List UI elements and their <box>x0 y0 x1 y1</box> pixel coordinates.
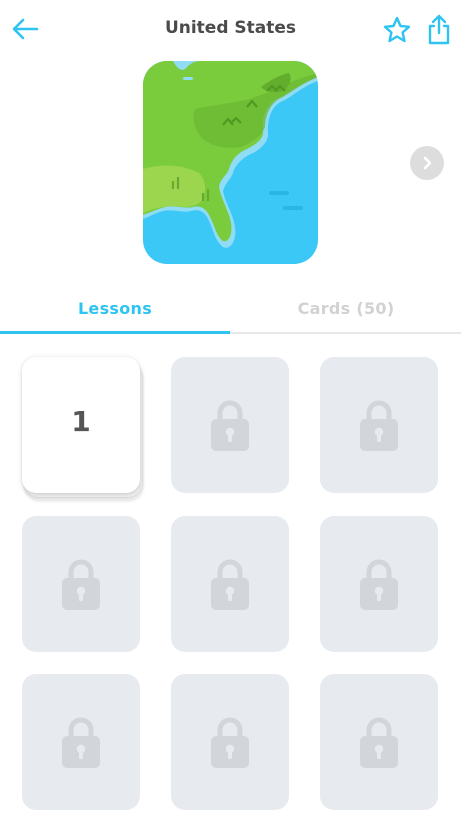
lock-icon <box>360 717 398 768</box>
lesson-number: 1 <box>71 405 91 438</box>
lesson-card-locked[interactable] <box>171 674 289 810</box>
tab-cards[interactable]: Cards (50) <box>231 290 461 334</box>
lesson-card-locked[interactable] <box>22 516 140 652</box>
lock-icon <box>62 559 100 610</box>
lesson-card-locked[interactable] <box>320 357 438 493</box>
tab-cards-label: Cards (50) <box>297 299 395 318</box>
next-course-button[interactable] <box>410 146 444 180</box>
lock-icon <box>62 717 100 768</box>
lesson-card-locked[interactable] <box>171 516 289 652</box>
tab-lessons[interactable]: Lessons <box>0 290 230 334</box>
chevron-right-icon <box>423 156 432 170</box>
lock-icon <box>211 559 249 610</box>
course-map-illustration <box>143 61 318 264</box>
lesson-card-locked[interactable] <box>320 516 438 652</box>
share-button[interactable] <box>424 12 454 46</box>
lesson-card-locked[interactable] <box>171 357 289 493</box>
top-bar: United States <box>0 0 461 60</box>
share-icon <box>428 14 450 45</box>
lock-icon <box>211 400 249 451</box>
favorite-button[interactable] <box>381 14 413 46</box>
lock-icon <box>211 717 249 768</box>
lesson-card-locked[interactable] <box>320 674 438 810</box>
lesson-card-locked[interactable] <box>22 674 140 810</box>
lock-icon <box>360 400 398 451</box>
star-icon <box>383 16 411 43</box>
tab-lessons-label: Lessons <box>77 299 153 318</box>
lesson-card-1[interactable]: 1 <box>22 357 140 493</box>
active-tab-indicator <box>0 331 230 334</box>
tab-bar: Lessons Cards (50) <box>0 290 461 334</box>
lock-icon <box>360 559 398 610</box>
